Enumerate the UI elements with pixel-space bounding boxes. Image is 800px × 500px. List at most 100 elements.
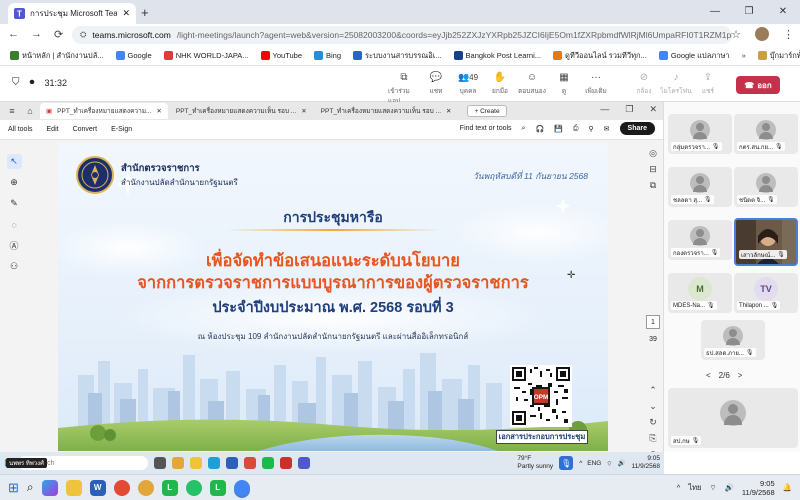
restore-icon[interactable]: ❐ (732, 0, 766, 24)
page-down-icon[interactable]: ⌄ (649, 401, 657, 412)
page-number-field[interactable]: 1 (646, 315, 660, 329)
find-text-button[interactable]: Find text or tools (460, 125, 512, 132)
bookmark-3[interactable]: YouTube (260, 51, 302, 60)
next-page-button[interactable]: > (738, 371, 743, 380)
site-info-icon[interactable]: ⛭ (80, 30, 86, 40)
mic-button[interactable]: ♪ ไมโครโฟน (660, 70, 692, 106)
participant-tile[interactable]: M MDES-Na... 🎙 (668, 273, 732, 313)
chrome-icon[interactable] (233, 479, 250, 496)
menu-all-tools[interactable]: All tools (8, 126, 33, 133)
zoom-comment-icon[interactable]: ⊕ (7, 175, 22, 190)
comment-icon[interactable]: ◎ (649, 148, 657, 159)
participant-tile[interactable]: ชนิตต จิ... 🎙 (734, 167, 798, 207)
notification-bell-icon[interactable]: 🔔 (783, 483, 792, 492)
bookmark-8[interactable]: Google แปลภาษา (658, 50, 730, 62)
participant-tile[interactable]: TV Thilapon ... 🎙 (734, 273, 798, 313)
home-icon[interactable]: ⌂ (22, 106, 38, 116)
chevron-up-icon[interactable]: ^ (579, 460, 582, 467)
line-icon[interactable]: L (209, 479, 226, 496)
bookmark-4[interactable]: Bing (314, 51, 341, 60)
more-button[interactable]: ··· เพิ่มเติม (580, 70, 612, 106)
refresh-icon[interactable]: ↻ (649, 417, 657, 428)
menu-icon[interactable]: ⋮ (783, 28, 794, 41)
participant-video-tile[interactable]: เสาวลักษณ์... 🎙 (734, 218, 798, 266)
pdf-tab[interactable]: PPT_ทำเครื่องหมายแสดงความเห็น รอบ ... ✕ (169, 103, 313, 119)
explorer-icon[interactable] (190, 457, 203, 469)
link-icon[interactable]: ⚲ (589, 125, 594, 133)
back-icon[interactable]: ← (8, 28, 19, 41)
input-language[interactable]: ไทย (688, 482, 701, 494)
pen-icon[interactable]: ✎ (7, 196, 22, 211)
participant-tile[interactable]: กตร.สน.กย... 🎙 (734, 114, 798, 154)
file-explorer-icon[interactable] (65, 479, 82, 496)
participant-tile[interactable]: ชลลดา สุ... 🎙 (668, 167, 732, 207)
task-view-icon[interactable] (154, 457, 167, 469)
save-icon[interactable]: 💾 (554, 125, 563, 133)
chat-button[interactable]: 💬 แชท (420, 70, 452, 106)
minimize-icon[interactable]: — (600, 104, 609, 115)
pdf-tab[interactable]: PPT_ทำเครื่องหมายแสดงความเห็น รอบ ... ✕ (314, 103, 458, 119)
windows-start-icon[interactable]: ⊞ (8, 480, 19, 496)
participant-tile-large[interactable]: สป.กษ 🎙 (668, 388, 798, 448)
headphones-icon[interactable]: 🎧 (535, 125, 544, 133)
save-page-icon[interactable]: ⎘ (649, 433, 656, 444)
restore-icon[interactable]: ❐ (625, 104, 633, 115)
input-language[interactable]: ENG (587, 460, 601, 467)
print-icon[interactable]: ⎙ (573, 125, 579, 133)
url-field[interactable]: ⛭ teams.microsoft.com/light-meetings/lau… (72, 26, 732, 44)
camera-button[interactable]: ⊘ กล้อง (628, 70, 660, 106)
stamp-icon[interactable]: ⚇ (7, 259, 22, 274)
acrobat-icon[interactable] (280, 457, 293, 469)
people-button[interactable]: 👥 49 บุคคล (452, 70, 484, 106)
teams-icon[interactable] (298, 457, 311, 469)
share-content-button[interactable]: ⇪ แชร์ (692, 70, 724, 106)
hamburger-menu-icon[interactable]: ≡ (4, 106, 20, 116)
line-icon[interactable] (262, 457, 275, 469)
pages-icon[interactable]: ⧉ (650, 180, 656, 191)
chrome-icon[interactable] (137, 479, 154, 496)
chrome-icon[interactable] (113, 479, 130, 496)
forward-icon[interactable]: → (31, 28, 42, 41)
bookmark-star-icon[interactable]: ☆ (731, 28, 741, 41)
open-in-app-button[interactable]: ⧉เข้าร่วมแอป (388, 70, 420, 106)
profile-avatar[interactable] (755, 27, 769, 41)
react-button[interactable]: ☺ ตอบสนอง (516, 70, 548, 106)
share-button[interactable]: Share (619, 122, 655, 135)
prev-page-button[interactable]: < (706, 371, 711, 380)
shared-clock[interactable]: 9:05 11/9/2568 (632, 455, 660, 471)
close-tab-icon[interactable]: ✕ (446, 107, 451, 115)
all-bookmarks-button[interactable]: บุ๊กมาร์กทั้งหมด (757, 50, 800, 62)
bookmark-5[interactable]: ระบบงานสารบรรณอิเ... (353, 50, 442, 62)
search-icon[interactable]: ⌕ (27, 480, 34, 495)
create-button[interactable]: + Create (467, 105, 507, 117)
chrome-icon[interactable] (172, 457, 185, 469)
volume-icon[interactable]: 🔊 (725, 483, 734, 492)
bookmarks-overflow-button[interactable]: » (742, 51, 746, 60)
reload-icon[interactable]: ⟳ (54, 28, 63, 41)
new-tab-button[interactable]: + (141, 5, 149, 20)
text-select-icon[interactable]: Ⓐ (7, 238, 22, 253)
weather-widget[interactable]: 79°F Partly sunny (517, 455, 553, 471)
microphone-icon[interactable]: 🎙 (559, 456, 574, 470)
participant-tile[interactable]: กลุ่มตรวจรา... 🎙 (668, 114, 732, 154)
menu-edit[interactable]: Edit (47, 126, 59, 133)
close-tab-icon[interactable]: ✕ (301, 107, 306, 115)
wifi-icon[interactable]: ⌔ (709, 483, 716, 493)
bookmark-icon[interactable]: ⊟ (649, 164, 657, 175)
bookmark-6[interactable]: Bangkok Post Learni... (453, 51, 541, 60)
participant-tile[interactable]: กองตรวจรา... 🎙 (668, 220, 732, 260)
minimize-icon[interactable]: — (698, 0, 732, 24)
bookmark-0[interactable]: หน้าหลัก | สำนักงานปลั... (10, 50, 104, 62)
browser-tab[interactable]: T การประชุม Microsoft Teams ✕ (8, 3, 136, 24)
volume-icon[interactable]: 🔊 (617, 459, 625, 467)
copilot-icon[interactable] (41, 479, 58, 496)
close-window-icon[interactable]: ✕ (766, 0, 800, 24)
menu-esign[interactable]: E-Sign (111, 126, 132, 133)
bookmark-1[interactable]: Google (115, 51, 152, 60)
menu-convert[interactable]: Convert (73, 126, 98, 133)
select-cursor-icon[interactable]: ↖ (6, 154, 22, 169)
chevron-up-icon[interactable]: ^ (677, 483, 681, 492)
edge-icon[interactable] (208, 457, 221, 469)
view-button[interactable]: ▦ ดู (548, 70, 580, 106)
participant-tile[interactable]: ธป.สลด.ภาย... 🎙 (701, 320, 765, 360)
